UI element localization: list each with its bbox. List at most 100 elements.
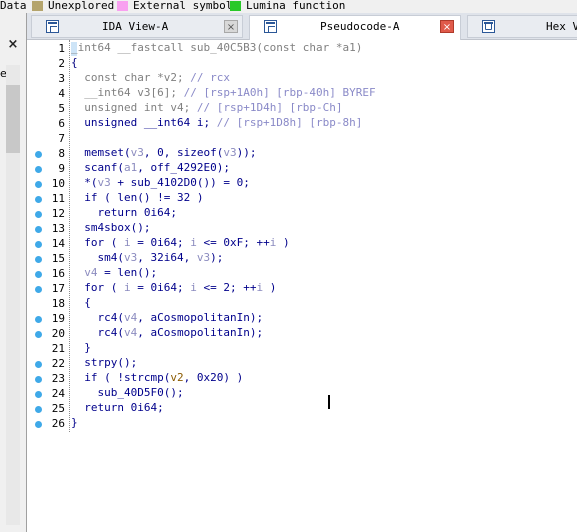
hex-view-icon	[482, 20, 495, 33]
code-token: v4	[84, 266, 98, 279]
code-token: i	[190, 236, 197, 249]
code-token: ));	[236, 146, 257, 159]
tab-pseudocode-a[interactable]: Pseudocode-A ×	[249, 15, 461, 40]
code-line[interactable]: _int64 __fastcall sub_40C5B3(const char …	[71, 40, 362, 55]
code-token: const char *v2;	[71, 71, 191, 84]
vertical-scrollbar[interactable]	[6, 65, 20, 525]
code-token: v4	[123, 311, 138, 324]
code-token: <= 2; ++	[196, 281, 257, 294]
code-line[interactable]: unsigned __int64 i; // [rsp+1D8h] [rbp-8…	[71, 115, 362, 130]
code-token: rc4(	[71, 311, 124, 324]
close-panel-button[interactable]: ×	[0, 31, 26, 59]
color-legend: Data Unexplored External symbol Lumina f…	[0, 0, 577, 13]
breakpoint-dot[interactable]	[35, 406, 42, 413]
code-token: unsigned __int64 i;	[71, 116, 217, 129]
legend-external-symbol-swatch	[117, 1, 128, 11]
breakpoint-dot[interactable]	[35, 271, 42, 278]
code-token: + sub_4102D0()) = 0;	[110, 176, 250, 189]
tab-hex-view[interactable]: Hex V	[467, 15, 577, 38]
line-number: 2	[58, 57, 65, 70]
breakpoint-dot[interactable]	[35, 181, 42, 188]
code-token: {	[71, 56, 78, 69]
line-number: 16	[51, 267, 65, 280]
breakpoint-dot[interactable]	[35, 226, 42, 233]
breakpoint-dot[interactable]	[35, 151, 42, 158]
breakpoint-dot[interactable]	[35, 391, 42, 398]
pseudocode-editor[interactable]: 1 2 3 4 5 6 7 8 9 10 11 12 13 14 15 16 17 18 19 20 21 22 23 24 2…	[27, 40, 577, 532]
code-line[interactable]: if ( !strcmp(v2, 0x20) )	[71, 370, 243, 385]
code-token: }	[71, 341, 91, 354]
code-token: i	[123, 236, 131, 249]
code-line[interactable]: return 0i64;	[71, 400, 164, 415]
line-number: 10	[51, 177, 65, 190]
code-token: if ( len() != 32 )	[71, 191, 204, 204]
breakpoint-dot[interactable]	[35, 256, 42, 263]
legend-unexplored-swatch	[32, 1, 43, 11]
line-number: 17	[51, 282, 65, 295]
code-line[interactable]: const char *v2; // rcx	[71, 70, 230, 85]
code-token: unsigned int v4;	[71, 101, 197, 114]
tab-label: Pseudocode-A	[320, 20, 400, 33]
scrollbar-thumb[interactable]	[6, 85, 20, 153]
line-number: 5	[58, 102, 65, 115]
code-line[interactable]: }	[71, 415, 78, 430]
breakpoint-dot[interactable]	[35, 316, 42, 323]
code-line[interactable]: sm4(v3, 32i64, v3);	[71, 250, 223, 265]
code-line[interactable]: scanf(a1, off_4292E0);	[71, 160, 230, 175]
legend-lumina-function-label: Lumina function	[246, 0, 346, 12]
breakpoint-dot[interactable]	[35, 286, 42, 293]
code-token: // [rsp+1A0h] [rbp-40h] BYREF	[183, 86, 376, 99]
code-line[interactable]: if ( len() != 32 )	[71, 190, 203, 205]
code-line[interactable]: for ( i = 0i64; i <= 2; ++i )	[71, 280, 276, 295]
breakpoint-dot[interactable]	[35, 376, 42, 383]
tab-ida-view-a[interactable]: IDA View-A ×	[31, 15, 243, 38]
line-number: 25	[51, 402, 65, 415]
code-line[interactable]: strpy();	[71, 355, 137, 370]
code-line[interactable]: {	[71, 295, 91, 310]
code-line[interactable]: sm4sbox();	[71, 220, 150, 235]
legend-lumina-function-swatch	[230, 1, 241, 11]
code-token: return 0i64;	[71, 401, 164, 414]
code-line[interactable]: v4 = len();	[71, 265, 157, 280]
breakpoint-dot[interactable]	[35, 211, 42, 218]
legend-data-label: Data	[0, 0, 27, 12]
breakpoint-dot[interactable]	[35, 196, 42, 203]
code-line[interactable]: unsigned int v4; // [rsp+1D4h] [rbp-Ch]	[71, 100, 342, 115]
code-token: sm4(	[71, 251, 124, 264]
line-number: 11	[51, 192, 65, 205]
line-number: 20	[51, 327, 65, 340]
code-line[interactable]: memset(v3, 0, sizeof(v3));	[71, 145, 256, 160]
tab-close-button[interactable]: ×	[224, 20, 238, 33]
code-line[interactable]: sub_40D5F0();	[71, 385, 183, 400]
code-token: {	[71, 296, 91, 309]
code-line[interactable]: return 0i64;	[71, 205, 177, 220]
code-token: v3	[97, 176, 111, 189]
code-token: _int64 __fastcall sub_40C5B3(const char …	[71, 41, 363, 54]
breakpoint-dot[interactable]	[35, 331, 42, 338]
code-line[interactable]: rc4(v4, aCosmopolitanIn);	[71, 325, 263, 340]
tab-label: Hex V	[546, 20, 577, 33]
breakpoint-dot[interactable]	[35, 421, 42, 428]
line-number: 12	[51, 207, 65, 220]
breakpoint-dot[interactable]	[35, 241, 42, 248]
line-number: 15	[51, 252, 65, 265]
code-line[interactable]: rc4(v4, aCosmopolitanIn);	[71, 310, 263, 325]
legend-unexplored-label: Unexplored	[48, 0, 115, 12]
breakpoint-dot[interactable]	[35, 361, 42, 368]
code-token: )	[276, 236, 290, 249]
code-token: v3	[223, 146, 237, 159]
text-cursor	[328, 395, 330, 409]
code-line[interactable]: *(v3 + sub_4102D0()) = 0;	[71, 175, 250, 190]
code-line[interactable]: __int64 v3[6]; // [rsp+1A0h] [rbp-40h] B…	[71, 85, 376, 100]
line-number: 9	[58, 162, 65, 175]
code-token: i	[123, 281, 131, 294]
code-line[interactable]: {	[71, 55, 78, 70]
breakpoint-dot[interactable]	[35, 166, 42, 173]
code-line[interactable]: for ( i = 0i64; i <= 0xF; ++i )	[71, 235, 290, 250]
code-line[interactable]: }	[71, 340, 91, 355]
tab-close-button[interactable]: ×	[440, 20, 454, 33]
code-token: return 0i64;	[71, 206, 177, 219]
tab-label: IDA View-A	[102, 20, 169, 33]
code-token: strpy();	[71, 356, 138, 369]
